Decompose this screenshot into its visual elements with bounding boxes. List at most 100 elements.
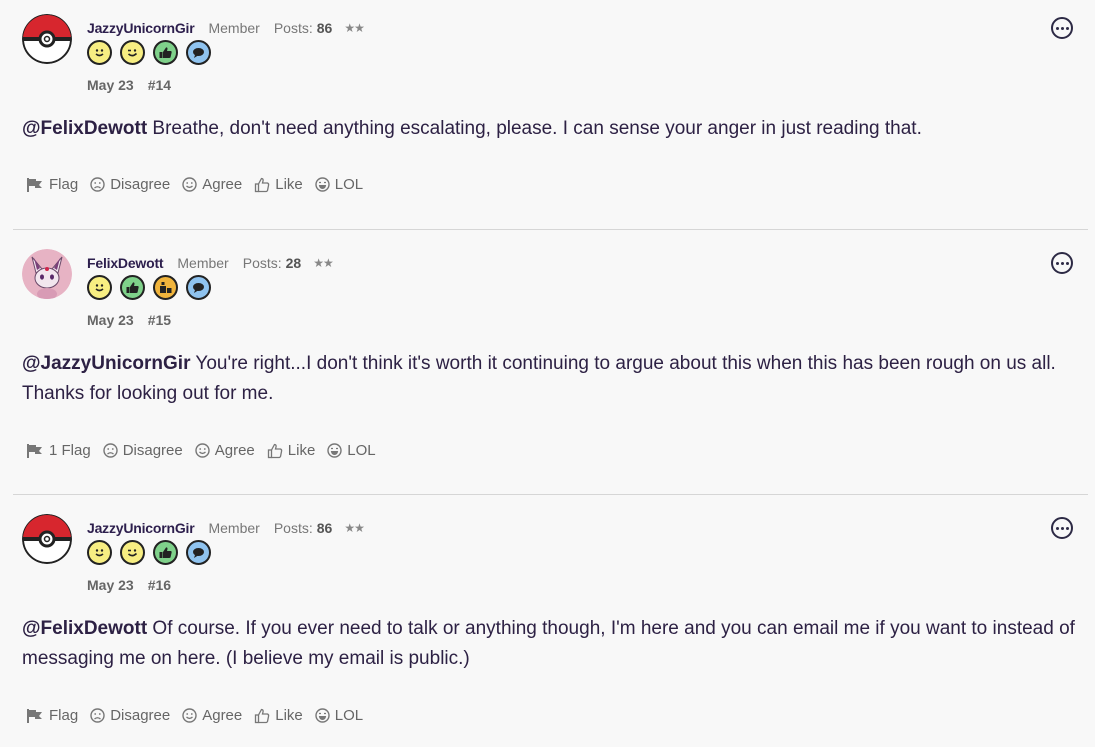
wink-face-icon[interactable] — [120, 40, 145, 65]
agree-button[interactable]: Agree — [182, 176, 242, 193]
post-count-value: 86 — [316, 520, 333, 536]
thumbs-up-outline-icon — [267, 443, 283, 458]
thumbs-up-outline-icon — [255, 708, 270, 723]
flag-icon — [27, 708, 42, 723]
post-date[interactable]: May 23 — [87, 312, 134, 328]
user-mention[interactable]: @FelixDewott — [22, 618, 147, 639]
post-count-value: 28 — [285, 255, 302, 271]
sad-face-icon — [90, 708, 105, 723]
post-count: Posts: 86 — [274, 20, 332, 36]
flag-button[interactable]: Flag — [26, 707, 78, 724]
user-avatar[interactable] — [22, 249, 72, 299]
lol-button[interactable]: LOL — [315, 707, 363, 724]
post-count-label: Posts: — [273, 20, 313, 36]
laugh-face-icon — [327, 443, 342, 458]
user-role: Member — [208, 20, 260, 36]
agree-button[interactable]: Agree — [195, 442, 255, 459]
pokeball-avatar-icon — [22, 14, 72, 64]
sad-face-icon — [90, 177, 105, 192]
badge-row — [87, 540, 211, 565]
disagree-button[interactable]: Disagree — [103, 442, 183, 459]
disagree-label: Disagree — [110, 707, 171, 724]
username[interactable]: FelixDewott — [87, 255, 164, 271]
disagree-button[interactable]: Disagree — [90, 707, 170, 724]
lol-label: LOL — [347, 442, 376, 459]
badge-row — [87, 40, 211, 65]
post-date[interactable]: May 23 — [87, 77, 134, 93]
disagree-button[interactable]: Disagree — [90, 176, 170, 193]
like-label: Like — [275, 707, 303, 724]
user-role: Member — [208, 520, 260, 536]
post-count: Posts: 28 — [243, 255, 301, 271]
thumbs-up-icon[interactable] — [153, 40, 178, 65]
trophy-icon[interactable] — [153, 275, 178, 300]
post-options-menu-icon[interactable] — [1051, 517, 1073, 539]
flag-button[interactable]: 1 Flag — [26, 442, 91, 459]
badge-row — [87, 275, 211, 300]
flag-label: Flag — [49, 707, 79, 724]
post-15: FelixDewott Member Posts: 28 ★★ May 23 #15… — [0, 235, 1095, 494]
post-number[interactable]: #16 — [148, 577, 171, 593]
laugh-face-icon — [315, 177, 330, 192]
post-text: Breathe, don't need anything escalating,… — [147, 118, 922, 139]
flag-label: Flag — [49, 176, 79, 193]
flag-icon — [27, 443, 42, 458]
speech-bubble-icon[interactable] — [186, 540, 211, 565]
lol-label: LOL — [334, 176, 364, 193]
agree-button[interactable]: Agree — [182, 707, 242, 724]
like-button[interactable]: Like — [267, 442, 316, 459]
user-avatar[interactable] — [22, 14, 72, 64]
post-number[interactable]: #15 — [148, 312, 171, 328]
speech-bubble-icon[interactable] — [186, 275, 211, 300]
smile-icon — [195, 443, 210, 458]
user-mention[interactable]: @JazzyUnicornGir — [22, 353, 190, 374]
username[interactable]: JazzyUnicornGir — [87, 20, 195, 36]
like-label: Like — [287, 442, 316, 459]
post-body: @FelixDewott Of course. If you ever need… — [22, 614, 1082, 674]
sad-face-icon — [103, 443, 118, 458]
lol-button[interactable]: LOL — [315, 176, 363, 193]
post-date[interactable]: May 23 — [87, 577, 134, 593]
reaction-bar: Flag Disagree Agree Like LOL — [26, 176, 375, 193]
thumbs-up-icon[interactable] — [120, 275, 145, 300]
agree-label: Agree — [202, 176, 243, 193]
laugh-face-icon — [315, 708, 330, 723]
flag-button[interactable]: Flag — [26, 176, 78, 193]
smile-face-icon[interactable] — [87, 275, 112, 300]
user-mention[interactable]: @FelixDewott — [22, 118, 147, 139]
username[interactable]: JazzyUnicornGir — [87, 520, 195, 536]
post-count-label: Posts: — [273, 520, 313, 536]
post-count: Posts: 86 — [274, 520, 332, 536]
smile-icon — [182, 177, 197, 192]
post-divider — [13, 229, 1088, 230]
like-label: Like — [275, 176, 303, 193]
post-divider — [13, 494, 1088, 495]
post-count-label: Posts: — [242, 255, 282, 271]
post-options-menu-icon[interactable] — [1051, 252, 1073, 274]
post-14: JazzyUnicornGir Member Posts: 86 ★★ May 2… — [0, 0, 1095, 229]
smile-icon — [182, 708, 197, 723]
smile-face-icon[interactable] — [87, 540, 112, 565]
post-body: @FelixDewott Breathe, don't need anythin… — [22, 114, 1082, 144]
rank-stars-icon: ★★ — [344, 21, 364, 35]
flag-icon — [27, 177, 42, 192]
reaction-bar: 1 Flag Disagree Agree Like LOL — [26, 442, 388, 459]
speech-bubble-icon[interactable] — [186, 40, 211, 65]
agree-label: Agree — [214, 442, 255, 459]
user-role: Member — [177, 255, 229, 271]
agree-label: Agree — [202, 707, 243, 724]
post-number[interactable]: #14 — [148, 77, 171, 93]
like-button[interactable]: Like — [254, 707, 303, 724]
disagree-label: Disagree — [110, 176, 171, 193]
user-avatar[interactable] — [22, 514, 72, 564]
post-options-menu-icon[interactable] — [1051, 17, 1073, 39]
like-button[interactable]: Like — [254, 176, 303, 193]
thumbs-up-icon[interactable] — [153, 540, 178, 565]
rank-stars-icon: ★★ — [344, 521, 364, 535]
espeon-avatar-icon — [22, 249, 72, 299]
lol-label: LOL — [334, 707, 364, 724]
smile-face-icon[interactable] — [87, 40, 112, 65]
disagree-label: Disagree — [122, 442, 183, 459]
lol-button[interactable]: LOL — [327, 442, 376, 459]
wink-face-icon[interactable] — [120, 540, 145, 565]
